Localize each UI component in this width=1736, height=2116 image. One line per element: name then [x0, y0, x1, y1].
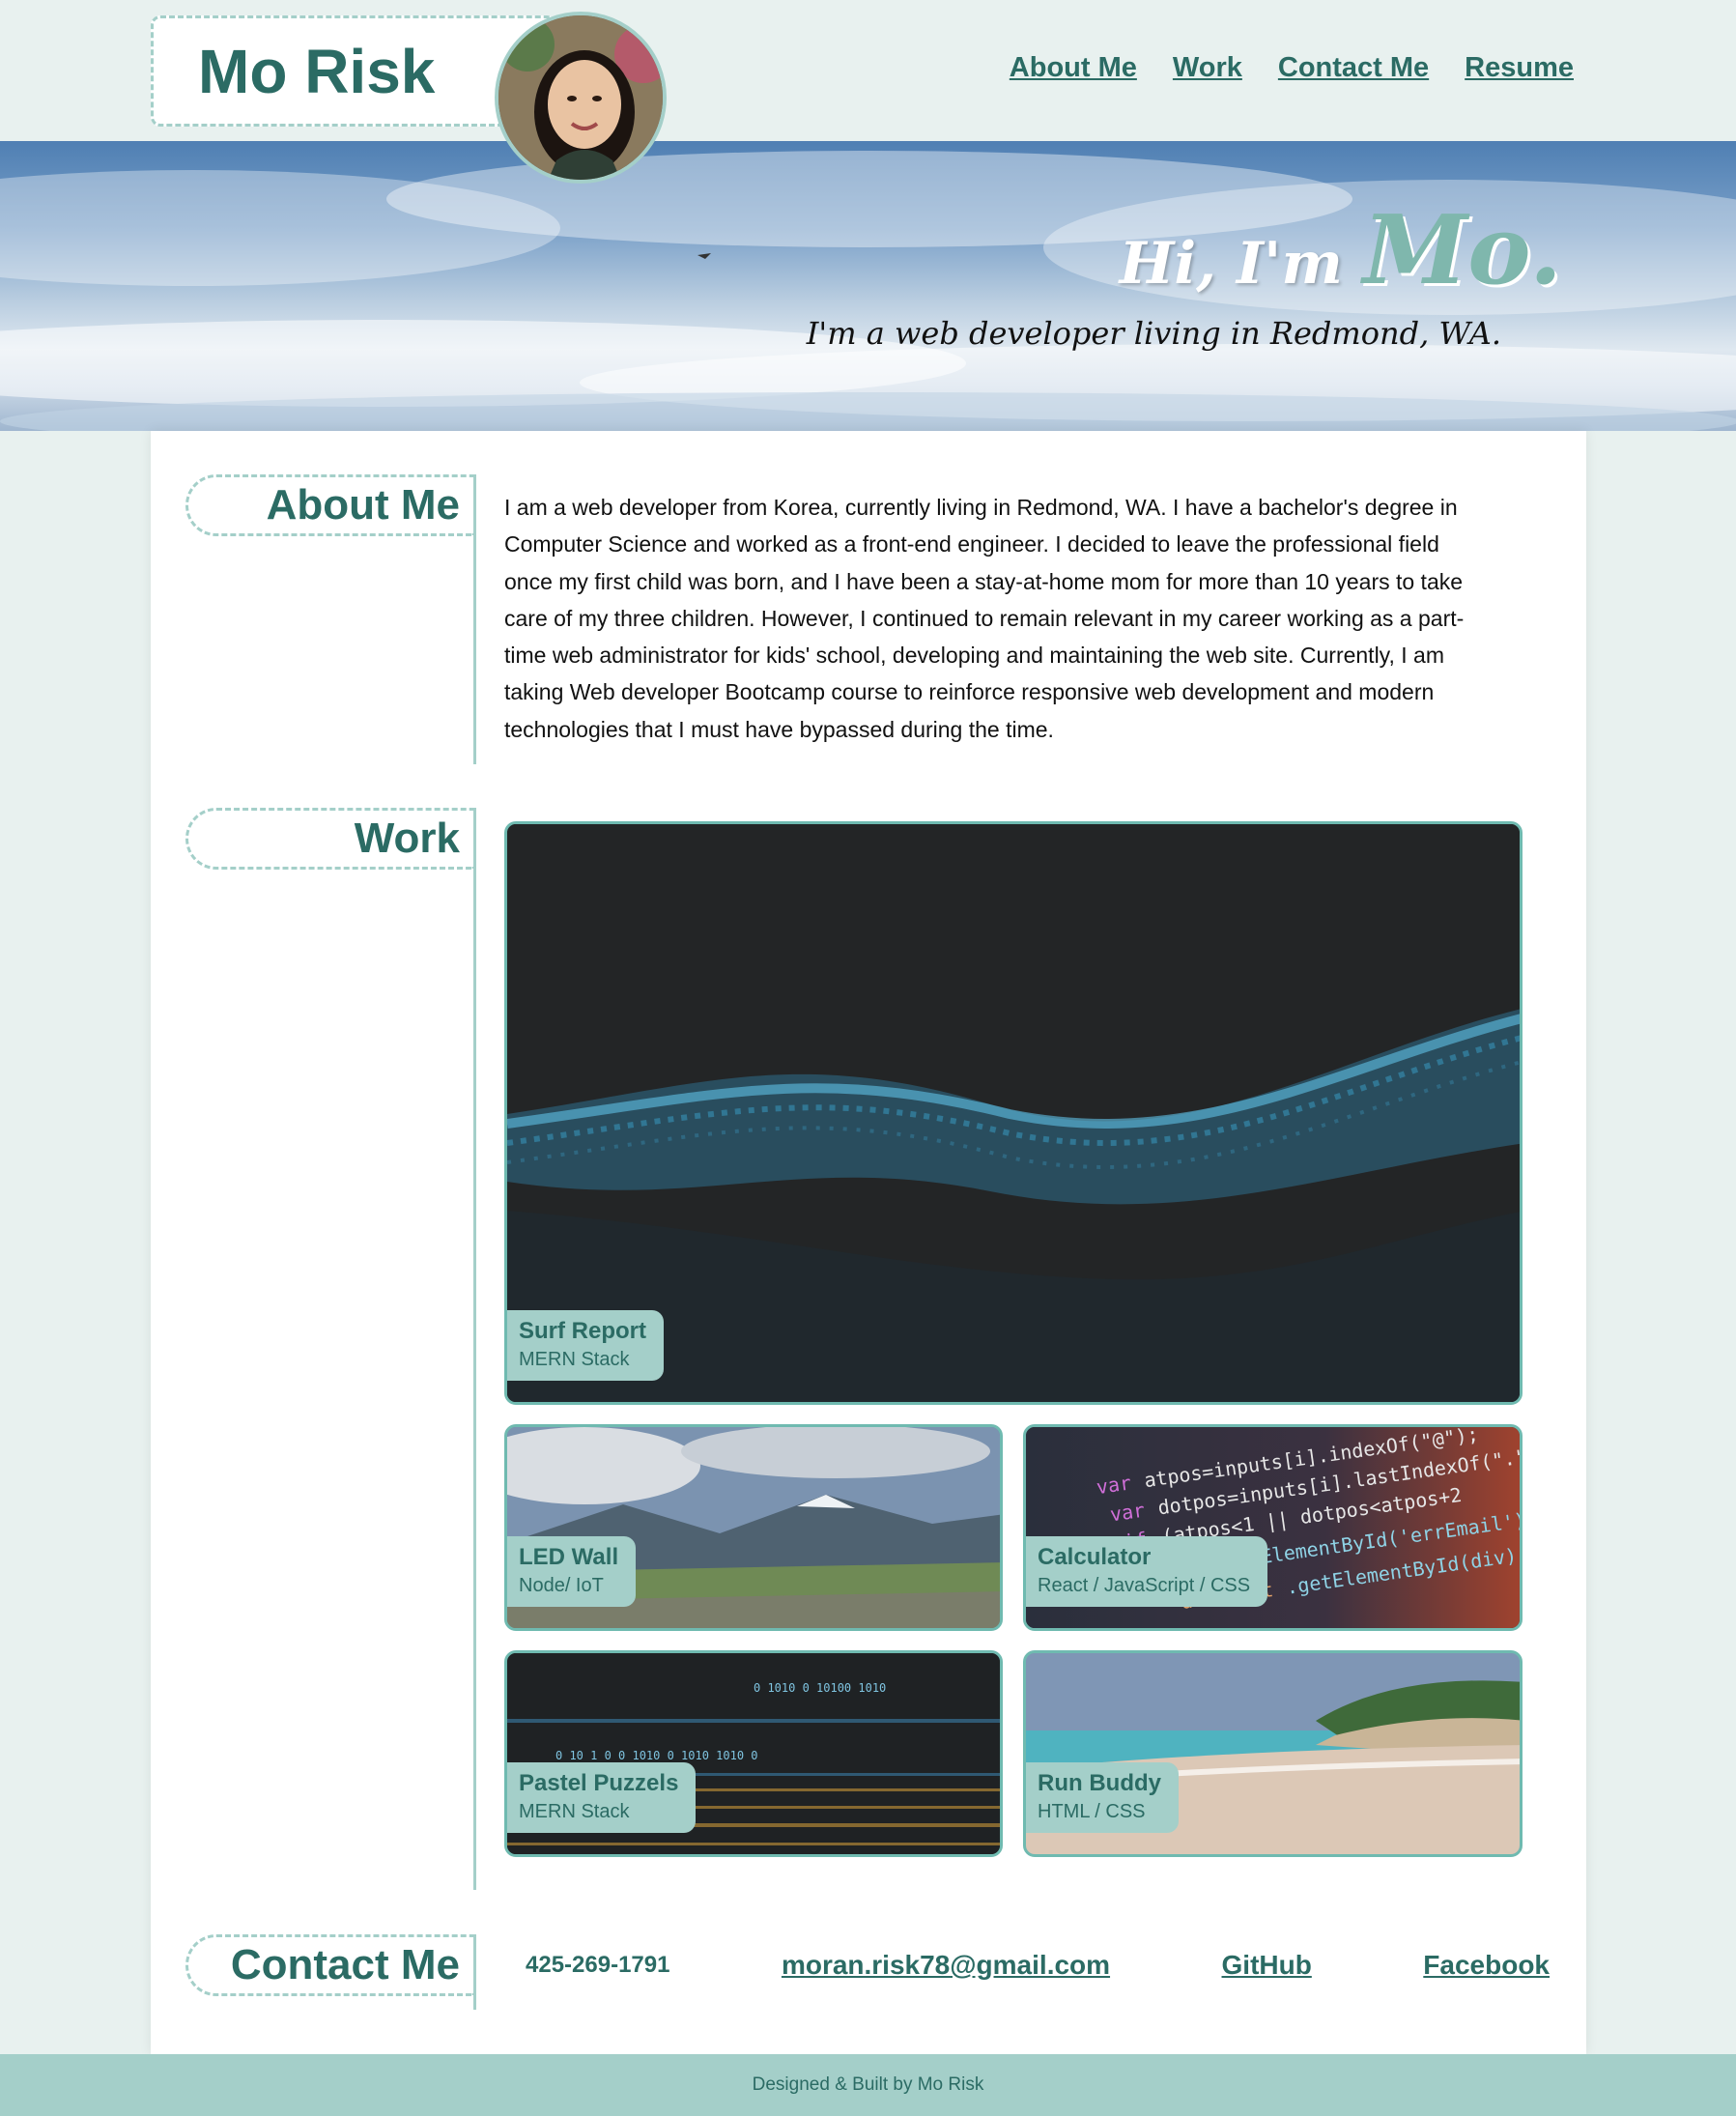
about-heading-box: About Me [185, 474, 475, 536]
site-footer: Designed & Built by Mo Risk [0, 2054, 1736, 2116]
about-text: I am a web developer from Korea, current… [504, 495, 1465, 742]
svg-text:0 1010 0 10100 1010: 0 1010 0 10100 1010 [754, 1681, 886, 1695]
nav-about-me[interactable]: About Me [1010, 52, 1137, 84]
about-divider [473, 474, 476, 764]
about-heading: About Me [266, 481, 460, 529]
main-content: About Me I am a web developer from Korea… [151, 431, 1586, 2054]
hero-banner: Hi, I'm Mo. I'm a web developer living i… [0, 141, 1736, 431]
contact-facebook-link[interactable]: Facebook [1423, 1950, 1550, 1981]
contact-heading: Contact Me [230, 1941, 460, 1988]
project-label: Surf Report MERN Stack [507, 1310, 664, 1381]
svg-text:0 10 1 0 0 1010 0 1010 10: 0 10 1 0 0 1010 0 1010 1010 0 [555, 1749, 758, 1762]
hero-greeting: Hi, I'm [1119, 230, 1343, 298]
svg-text:var: var [1095, 1471, 1132, 1499]
project-title: Surf Report [519, 1318, 646, 1344]
svg-text:var: var [1108, 1499, 1146, 1527]
nav-contact-me[interactable]: Contact Me [1278, 52, 1429, 84]
main-nav: About Me Work Contact Me Resume [1010, 52, 1574, 84]
hero-name: Mo. [1362, 195, 1562, 306]
project-card-run-buddy[interactable]: Run Buddy HTML / CSS [1023, 1650, 1523, 1857]
project-stack: Node/ IoT [519, 1575, 604, 1596]
site-header: Mo Risk About Me Work Contact Me Resume [0, 0, 1736, 184]
project-label: LED Wall Node/ IoT [507, 1536, 637, 1607]
footer-text: Designed & Built by Mo Risk [752, 2074, 984, 2095]
project-title: Calculator [1038, 1544, 1152, 1570]
project-label: Pastel Puzzels MERN Stack [507, 1762, 697, 1833]
contact-divider [473, 1934, 476, 2010]
project-card-calculator[interactable]: var atpos=inputs[i].indexOf("@"); var dotp… [1023, 1424, 1523, 1631]
avatar [495, 12, 667, 184]
contact-github-link[interactable]: GitHub [1222, 1950, 1312, 1981]
project-card-led-wall[interactable]: LED Wall Node/ IoT [504, 1424, 1003, 1631]
nav-work[interactable]: Work [1173, 52, 1242, 84]
project-stack: MERN Stack [519, 1349, 630, 1370]
nav-resume[interactable]: Resume [1465, 52, 1574, 84]
project-label: Run Buddy HTML / CSS [1026, 1762, 1179, 1833]
contact-heading-box: Contact Me [185, 1934, 475, 1996]
contact-phone: 425-269-1791 [526, 1952, 670, 1978]
project-title: Pastel Puzzels [519, 1770, 679, 1796]
project-card-pastel-puzzels[interactable]: 0 1010 0 10100 1010 0 10 1 0 0 1010 0 10… [504, 1650, 1003, 1857]
project-title: LED Wall [519, 1544, 619, 1570]
contact-row: 425-269-1791 moran.risk78@gmail.com GitH… [526, 1950, 1550, 1981]
hero-title: Hi, I'm Mo. [1120, 195, 1562, 306]
project-label: Calculator React / JavaScript / CSS [1026, 1536, 1268, 1607]
work-heading: Work [354, 815, 460, 862]
project-stack: MERN Stack [519, 1801, 630, 1822]
work-divider [473, 808, 476, 1890]
contact-email-link[interactable]: moran.risk78@gmail.com [782, 1950, 1110, 1981]
project-card-surf-report[interactable]: Surf Report MERN Stack [504, 821, 1523, 1405]
project-stack: HTML / CSS [1038, 1801, 1146, 1822]
hero-subtitle: I'm a web developer living in Redmond, W… [806, 315, 1501, 352]
work-heading-box: Work [185, 808, 475, 870]
project-title: Run Buddy [1038, 1770, 1161, 1796]
project-stack: React / JavaScript / CSS [1038, 1575, 1251, 1596]
site-title: Mo Risk [198, 37, 436, 106]
